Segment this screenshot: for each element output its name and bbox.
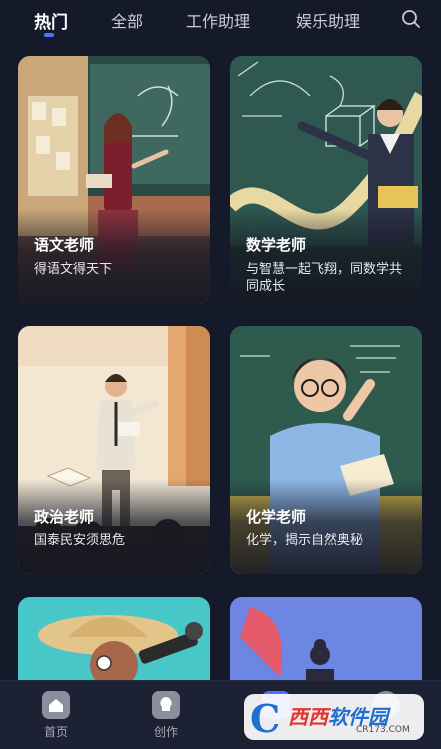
create-icon <box>152 691 180 719</box>
card-description: 化学，揭示自然奥秘 <box>246 533 364 548</box>
tab-all[interactable]: 全部 <box>111 8 143 32</box>
card-description: 国泰民安须思危 <box>34 533 126 548</box>
assistant-card-politics-teacher[interactable]: 政治老师 国泰民安须思危 <box>18 326 210 574</box>
nav-item-create[interactable]: 创作 <box>136 691 196 740</box>
assistant-card-chemistry-teacher[interactable]: 化学老师 化学，揭示自然奥秘 <box>230 326 422 574</box>
category-tab-bar: 热门 全部 工作助理 娱乐助理 <box>0 0 441 40</box>
assistant-card-math-teacher[interactable]: 数学老师 与智慧一起飞翔，同数学共同成长 <box>230 56 422 304</box>
tab-work-assistant[interactable]: 工作助理 <box>186 8 250 32</box>
card-title: 化学老师 <box>246 508 307 526</box>
tab-entertainment-assistant[interactable]: 娱乐助理 <box>296 8 360 32</box>
card-description: 得语文得天下 <box>34 262 113 277</box>
card-title: 语文老师 <box>34 236 95 254</box>
watermark-url: CR173.COM <box>356 725 410 735</box>
watermark-logo: C 西西软件园 CR173.COM <box>244 694 424 741</box>
assistant-card-chinese-teacher[interactable]: 语文老师 得语文得天下 <box>18 56 210 304</box>
watermark-c-mark: C <box>250 696 281 741</box>
home-icon <box>42 691 70 719</box>
nav-item-home[interactable]: 首页 <box>26 691 86 740</box>
card-title: 数学老师 <box>246 236 307 254</box>
search-icon[interactable] <box>401 9 421 29</box>
card-description: 与智慧一起飞翔，同数学共同成长 <box>246 262 403 294</box>
card-title: 政治老师 <box>34 508 95 526</box>
nav-label-home: 首页 <box>43 725 68 739</box>
nav-label-create: 创作 <box>153 725 178 739</box>
card-caption-shade <box>18 209 210 304</box>
active-tab-indicator <box>44 33 54 37</box>
tab-hot[interactable]: 热门 <box>34 8 68 33</box>
